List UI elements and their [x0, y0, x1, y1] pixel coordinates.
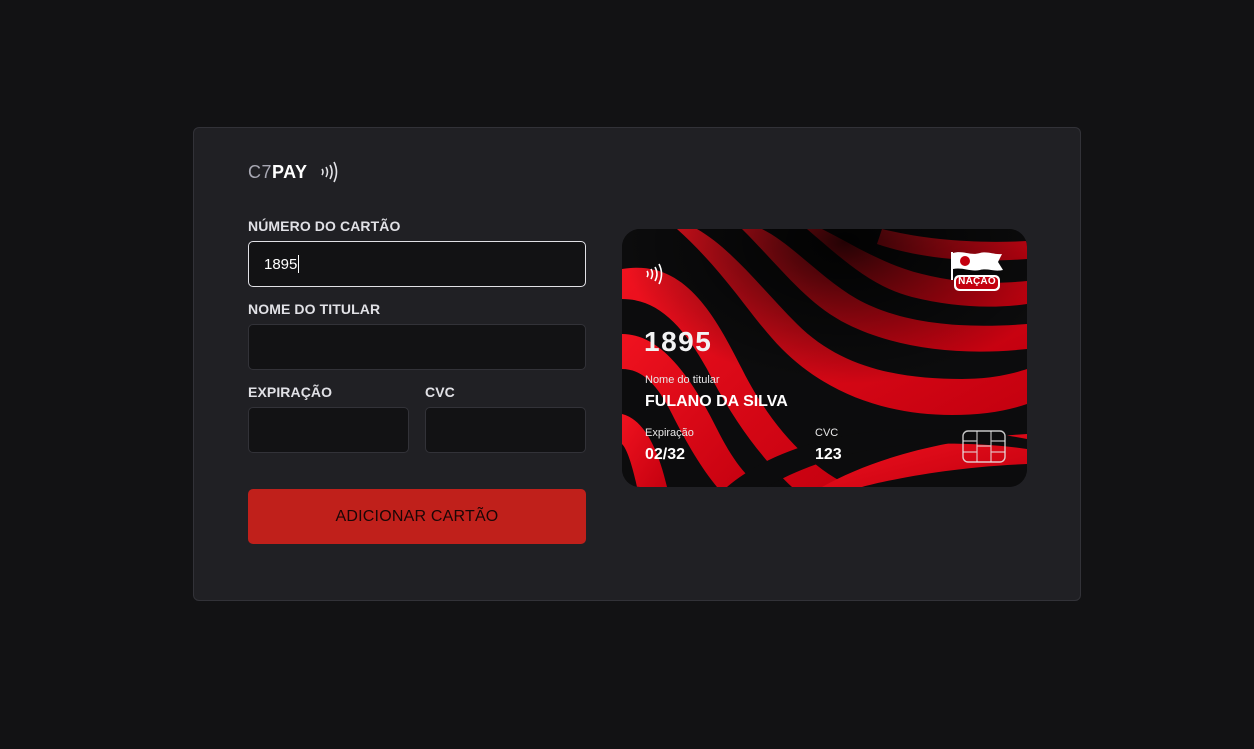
contactless-icon [646, 263, 663, 285]
card-form: NÚMERO DO CARTÃO 1895 NOME DO TITULAR EX… [248, 218, 586, 544]
text-caret [298, 255, 300, 273]
add-card-panel: C7 PAY NÚMERO DO CARTÃO 1895 NOME DO TITU… [193, 127, 1081, 601]
cvc-display: 123 [815, 446, 842, 463]
card-number-label: NÚMERO DO CARTÃO [248, 218, 401, 234]
chip-icon [962, 430, 1006, 463]
expiration-caption: Expiração [645, 427, 694, 439]
card-preview: NAÇÃO 1895 Nome do titular FULANO DA SIL… [622, 229, 1027, 487]
expiration-group: EXPIRAÇÃO [248, 384, 409, 453]
card-number-display: 1895 [644, 326, 713, 357]
holder-name-input[interactable] [248, 324, 586, 370]
holder-caption: Nome do titular [645, 374, 720, 386]
expiration-display: 02/32 [645, 446, 686, 463]
expiration-cvc-row: EXPIRAÇÃO CVC [248, 384, 586, 467]
card-logo-text: NAÇÃO [958, 276, 996, 287]
expiration-label: EXPIRAÇÃO [248, 384, 333, 400]
contactless-icon [320, 161, 337, 183]
card-number-group: NÚMERO DO CARTÃO 1895 [248, 218, 586, 287]
flag-logo: NAÇÃO [948, 250, 1006, 296]
brand-logo: C7 PAY [248, 160, 340, 184]
cvc-caption: CVC [815, 427, 839, 439]
brand-suffix: PAY [272, 161, 308, 182]
brand-prefix: C7 [248, 161, 273, 182]
expiration-input[interactable] [248, 407, 409, 453]
cvc-input[interactable] [425, 407, 586, 453]
card-number-input[interactable]: 1895 [248, 241, 586, 287]
add-card-button[interactable]: ADICIONAR CARTÃO [248, 489, 586, 544]
holder-name-display: FULANO DA SILVA [645, 393, 788, 410]
flag-logo-graphic [951, 252, 1003, 291]
holder-name-label: NOME DO TITULAR [248, 301, 381, 317]
cvc-group: CVC [425, 384, 586, 453]
cvc-label: CVC [425, 384, 455, 400]
card-number-value: 1895 [264, 255, 298, 273]
holder-name-group: NOME DO TITULAR [248, 301, 586, 370]
